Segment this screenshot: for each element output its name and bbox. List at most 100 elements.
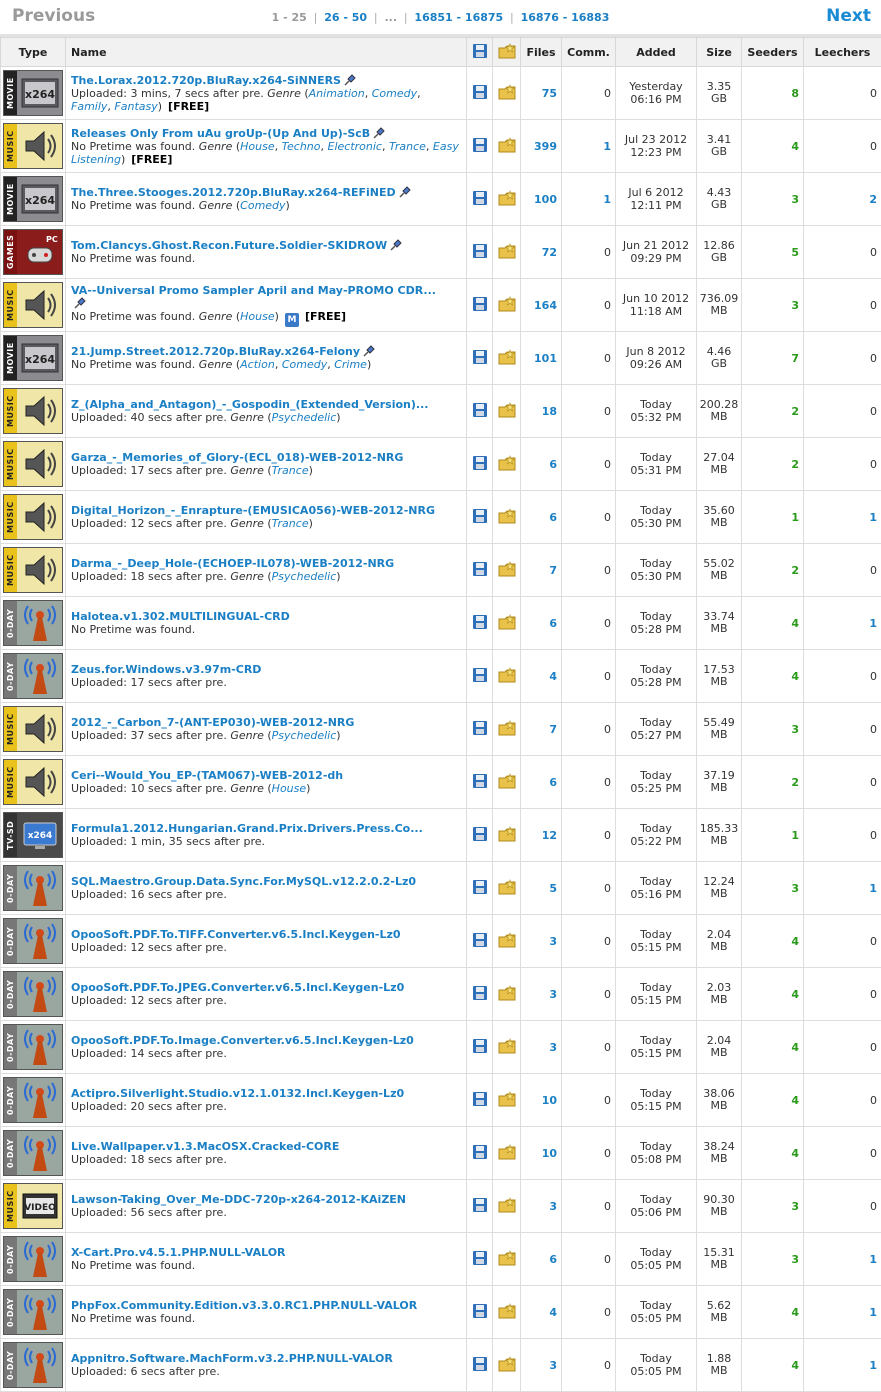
category-music-badge[interactable]: MUSIC — [3, 123, 63, 169]
seeders-count[interactable]: 8 — [791, 87, 799, 100]
floppy-disk-icon[interactable] — [472, 349, 488, 365]
folder-star-icon[interactable] — [498, 667, 516, 683]
torrent-name-link[interactable]: OpooSoft.PDF.To.TIFF.Converter.v6.5.Incl… — [71, 928, 401, 941]
category-music-badge[interactable]: MUSIC — [3, 547, 63, 593]
category-music-badge[interactable]: MUSIC — [3, 282, 63, 328]
torrent-name-link[interactable]: Lawson-Taking_Over_Me-DDC-720p-x264-2012… — [71, 1193, 406, 1206]
col-comments[interactable]: Comm. — [562, 38, 616, 67]
floppy-disk-icon[interactable] — [472, 667, 488, 683]
category-games-badge[interactable]: GAMESPC — [3, 229, 63, 275]
files-count-link[interactable]: 6 — [549, 776, 557, 789]
seeders-count[interactable]: 3 — [791, 882, 799, 895]
files-count-link[interactable]: 100 — [534, 193, 557, 206]
folder-star-icon[interactable] — [498, 561, 516, 577]
files-count-link[interactable]: 6 — [549, 458, 557, 471]
folder-star-icon[interactable] — [498, 508, 516, 524]
torrent-name-link[interactable]: Zeus.for.Windows.v3.97m-CRD — [71, 663, 261, 676]
torrent-name-link[interactable]: VA--Universal Promo Sampler April and Ma… — [71, 284, 436, 297]
page-link-16851-16875[interactable]: 16851 - 16875 — [414, 11, 503, 24]
category-oday-badge[interactable]: 0-DAY — [3, 600, 63, 646]
category-oday-badge[interactable]: 0-DAY — [3, 971, 63, 1017]
files-count-link[interactable]: 3 — [549, 988, 557, 1001]
torrent-name-link[interactable]: Appnitro.Software.MachForm.v3.2.PHP.NULL… — [71, 1352, 393, 1365]
seeders-count[interactable]: 4 — [791, 935, 799, 948]
genre-link[interactable]: Comedy — [240, 199, 285, 212]
files-count-link[interactable]: 164 — [534, 299, 557, 312]
seeders-count[interactable]: 4 — [791, 1306, 799, 1319]
floppy-disk-icon[interactable] — [472, 243, 488, 259]
floppy-disk-icon[interactable] — [472, 402, 488, 418]
floppy-disk-icon[interactable] — [472, 1303, 488, 1319]
torrent-name-link[interactable]: The.Lorax.2012.720p.BluRay.x264-SiNNERS — [71, 74, 341, 87]
genre-link[interactable]: House — [240, 310, 274, 323]
torrent-name-link[interactable]: Actipro.Silverlight.Studio.v12.1.0132.In… — [71, 1087, 404, 1100]
floppy-disk-icon[interactable] — [472, 1356, 488, 1372]
torrent-name-link[interactable]: Digital_Horizon_-_Enrapture-(EMUSICA056)… — [71, 504, 435, 517]
seeders-count[interactable]: 4 — [791, 1359, 799, 1372]
genre-link[interactable]: Techno — [282, 140, 321, 153]
files-count-link[interactable]: 5 — [549, 882, 557, 895]
category-oday-badge[interactable]: 0-DAY — [3, 865, 63, 911]
torrent-name-link[interactable]: The.Three.Stooges.2012.720p.BluRay.x264-… — [71, 186, 396, 199]
genre-link[interactable]: Psychedelic — [272, 729, 337, 742]
folder-star-icon[interactable] — [498, 773, 516, 789]
floppy-disk-icon[interactable] — [472, 985, 488, 1001]
seeders-count[interactable]: 2 — [791, 776, 799, 789]
torrent-name-link[interactable]: SQL.Maestro.Group.Data.Sync.For.MySQL.v1… — [71, 875, 416, 888]
category-tv-badge[interactable]: TV-SDx264 — [3, 812, 63, 858]
files-count-link[interactable]: 4 — [549, 670, 557, 683]
genre-link[interactable]: Trance — [272, 517, 309, 530]
leechers-count[interactable]: 1 — [869, 1253, 877, 1266]
genre-link[interactable]: Crime — [334, 358, 367, 371]
category-oday-badge[interactable]: 0-DAY — [3, 1289, 63, 1335]
col-leechers[interactable]: Leechers — [804, 38, 881, 67]
files-count-link[interactable]: 6 — [549, 1253, 557, 1266]
folder-star-icon[interactable] — [498, 455, 516, 471]
page-link-16876-16883[interactable]: 16876 - 16883 — [521, 11, 610, 24]
col-files[interactable]: Files — [521, 38, 562, 67]
genre-link[interactable]: Action — [240, 358, 275, 371]
seeders-count[interactable]: 3 — [791, 193, 799, 206]
seeders-count[interactable]: 3 — [791, 1253, 799, 1266]
torrent-name-link[interactable]: Releases Only From uAu groUp-(Up And Up)… — [71, 127, 370, 140]
genre-link[interactable]: Animation — [309, 87, 365, 100]
files-count-link[interactable]: 399 — [534, 140, 557, 153]
folder-star-icon[interactable] — [498, 1356, 516, 1372]
category-oday-badge[interactable]: 0-DAY — [3, 1236, 63, 1282]
seeders-count[interactable]: 4 — [791, 670, 799, 683]
category-movie-badge[interactable]: MOVIEx264 — [3, 335, 63, 381]
category-music-badge[interactable]: MUSIC — [3, 388, 63, 434]
genre-link[interactable]: Comedy — [282, 358, 327, 371]
files-count-link[interactable]: 3 — [549, 935, 557, 948]
folder-star-icon[interactable] — [498, 1144, 516, 1160]
torrent-name-link[interactable]: Tom.Clancys.Ghost.Recon.Future.Soldier-S… — [71, 239, 387, 252]
seeders-count[interactable]: 4 — [791, 617, 799, 630]
floppy-disk-icon[interactable] — [472, 190, 488, 206]
page-link-26-50[interactable]: 26 - 50 — [324, 11, 367, 24]
floppy-disk-icon[interactable] — [472, 826, 488, 842]
folder-star-icon[interactable] — [498, 137, 516, 153]
torrent-name-link[interactable]: Ceri--Would_You_EP-(TAM067)-WEB-2012-dh — [71, 769, 343, 782]
files-count-link[interactable]: 18 — [542, 405, 557, 418]
files-count-link[interactable]: 12 — [542, 829, 557, 842]
folder-star-icon[interactable] — [498, 985, 516, 1001]
torrent-name-link[interactable]: Live.Wallpaper.v1.3.MacOSX.Cracked-CORE — [71, 1140, 339, 1153]
folder-star-icon[interactable] — [498, 826, 516, 842]
torrent-name-link[interactable]: Garza_-_Memories_of_Glory-(ECL_018)-WEB-… — [71, 451, 403, 464]
genre-link[interactable]: Electronic — [328, 140, 382, 153]
category-oday-badge[interactable]: 0-DAY — [3, 653, 63, 699]
torrent-name-link[interactable]: Halotea.v1.302.MULTILINGUAL-CRD — [71, 610, 290, 623]
genre-link[interactable]: House — [240, 140, 274, 153]
floppy-disk-icon[interactable] — [472, 720, 488, 736]
genre-link[interactable]: Trance — [272, 464, 309, 477]
folder-star-icon[interactable] — [498, 84, 516, 100]
category-oday-badge[interactable]: 0-DAY — [3, 1130, 63, 1176]
files-count-link[interactable]: 6 — [549, 511, 557, 524]
leechers-count[interactable]: 1 — [869, 617, 877, 630]
files-count-link[interactable]: 75 — [542, 87, 557, 100]
category-oday-badge[interactable]: 0-DAY — [3, 1077, 63, 1123]
torrent-name-link[interactable]: 2012_-_Carbon_7-(ANT-EP030)-WEB-2012-NRG — [71, 716, 354, 729]
torrent-name-link[interactable]: PhpFox.Community.Edition.v3.3.0.RC1.PHP.… — [71, 1299, 417, 1312]
files-count-link[interactable]: 7 — [549, 723, 557, 736]
folder-star-icon[interactable] — [498, 296, 516, 312]
